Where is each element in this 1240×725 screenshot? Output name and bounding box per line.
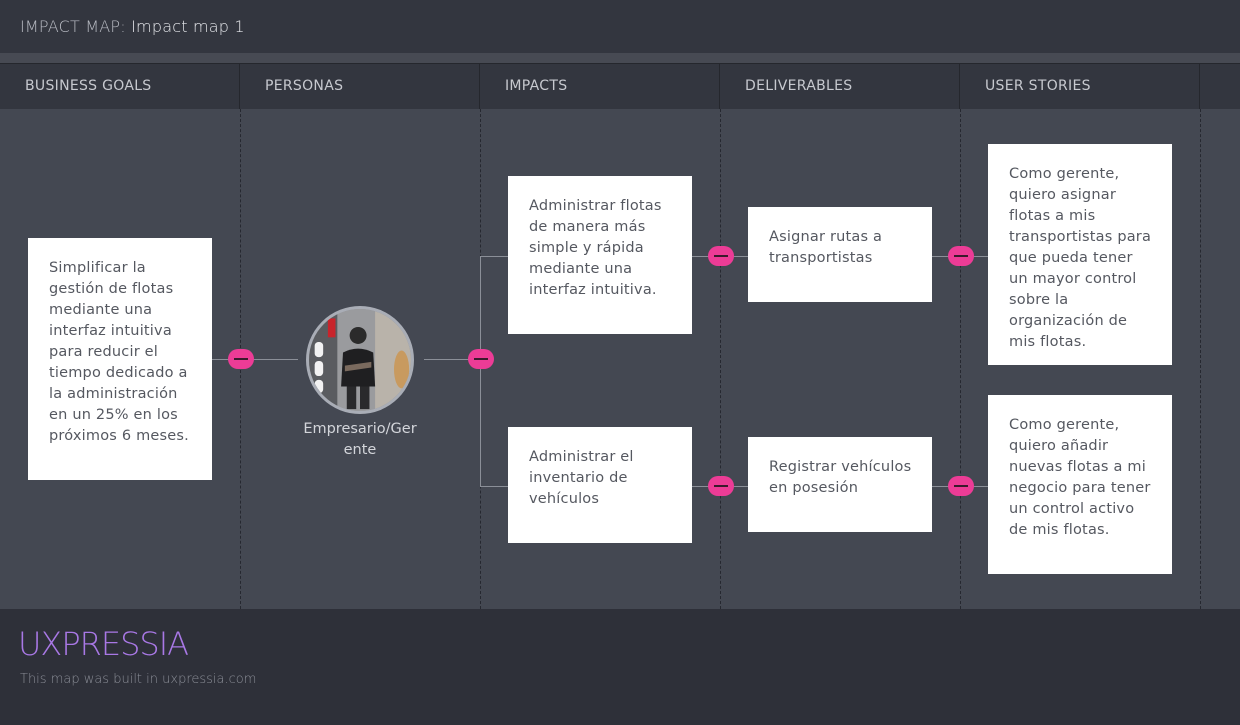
connector-impacts-branch (480, 256, 481, 486)
user-story-card-2[interactable]: Como gerente, quiero añadir nuevas flota… (988, 395, 1172, 574)
collapse-toggle-goal[interactable] (228, 349, 254, 369)
collapse-toggle-impact-2[interactable] (708, 476, 734, 496)
column-divider (1200, 109, 1201, 609)
person-photo-icon (309, 309, 411, 411)
header-divider (0, 53, 1240, 63)
column-header-deliverables: DELIVERABLES (720, 64, 960, 110)
persona-avatar[interactable] (306, 306, 414, 414)
persona-name: Empresario/Gerente (303, 421, 417, 458)
column-header-impacts: IMPACTS (480, 64, 720, 110)
footer: UXPRESSIA This map was built in uxpressi… (0, 609, 1240, 725)
user-story-card-1[interactable]: Como gerente, quiero asignar flotas a mi… (988, 144, 1172, 365)
map-title-prefix: IMPACT MAP: (20, 17, 126, 36)
column-divider (720, 109, 721, 609)
footer-credit: This map was built in uxpressia.com (20, 672, 257, 687)
collapse-toggle-persona[interactable] (468, 349, 494, 369)
connector-goal-persona (212, 359, 298, 360)
impact-card-1[interactable]: Administrar flotas de manera más simple … (508, 176, 692, 334)
uxpressia-logo[interactable]: UXPRESSIA (18, 625, 189, 663)
column-header-personas: PERSONAS (240, 64, 480, 110)
column-header-label: DELIVERABLES (745, 78, 853, 94)
collapse-toggle-deliverable-2[interactable] (948, 476, 974, 496)
connector-impact-2 (480, 486, 508, 487)
column-header-label: BUSINESS GOALS (25, 78, 152, 94)
column-headers: BUSINESS GOALS PERSONAS IMPACTS DELIVERA… (0, 63, 1240, 110)
deliverable-card-1[interactable]: Asignar rutas a transportistas (748, 207, 932, 302)
business-goal-card[interactable]: Simplificar la gestión de flotas mediant… (28, 238, 212, 480)
impact-card-2[interactable]: Administrar el inventario de vehículos (508, 427, 692, 543)
column-header-business-goals: BUSINESS GOALS (0, 64, 240, 110)
deliverable-card-2[interactable]: Registrar vehículos en posesión (748, 437, 932, 532)
column-header-label: IMPACTS (505, 78, 568, 94)
column-header-label: PERSONAS (265, 78, 344, 94)
column-divider (960, 109, 961, 609)
map-name[interactable]: Impact map 1 (131, 17, 245, 36)
map-title: IMPACT MAP: Impact map 1 (20, 17, 245, 36)
collapse-toggle-deliverable-1[interactable] (948, 246, 974, 266)
connector-impact-1 (480, 256, 508, 257)
map-canvas: Simplificar la gestión de flotas mediant… (0, 109, 1240, 609)
column-header-label: USER STORIES (985, 78, 1091, 94)
top-bar: IMPACT MAP: Impact map 1 (0, 0, 1240, 53)
column-header-user-stories: USER STORIES (960, 64, 1200, 110)
collapse-toggle-impact-1[interactable] (708, 246, 734, 266)
